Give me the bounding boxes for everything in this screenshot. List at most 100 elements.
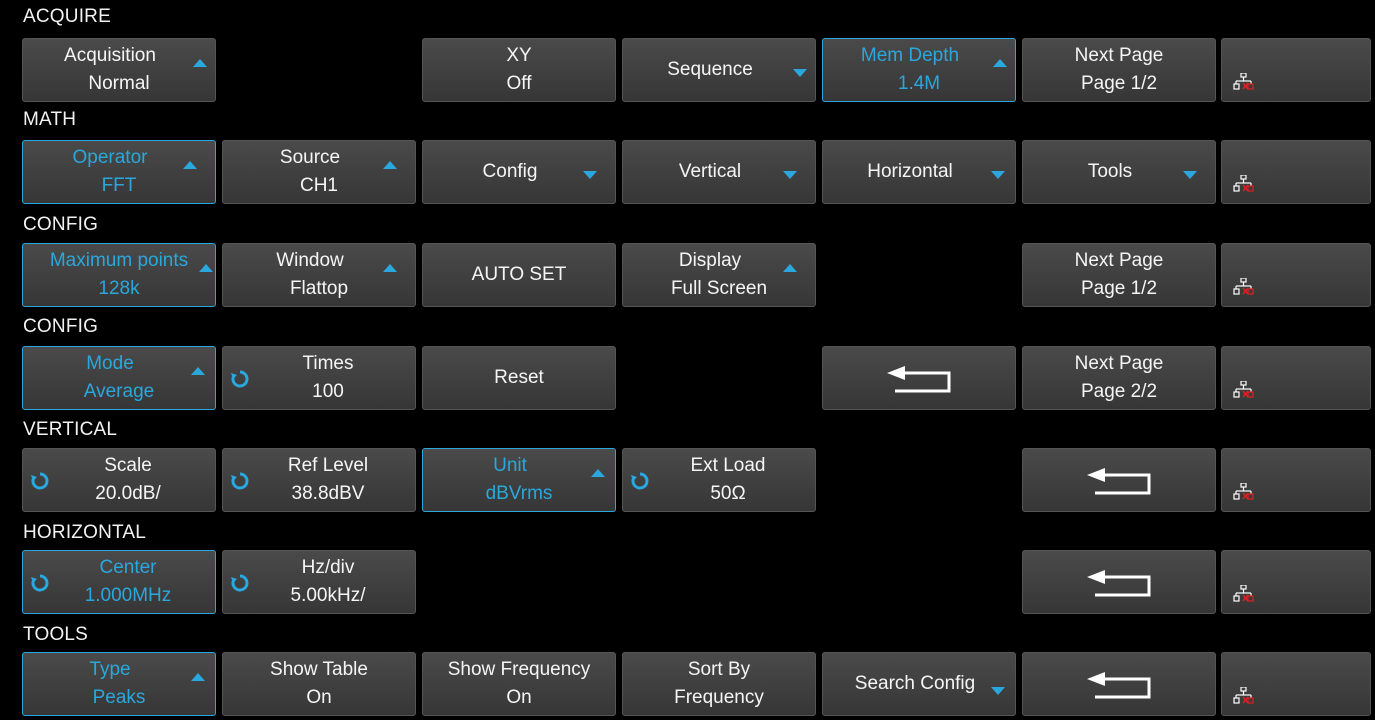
- network-disconnected-icon: [1233, 175, 1254, 192]
- maximum-points-button[interactable]: Maximum points 128k: [22, 243, 216, 307]
- reset-button[interactable]: Reset: [422, 346, 616, 410]
- ext-load-button[interactable]: Ext Load 50Ω: [622, 448, 816, 512]
- back-button[interactable]: [1022, 448, 1216, 512]
- mem-depth-button[interactable]: Mem Depth 1.4M: [822, 38, 1016, 102]
- hz-div-button[interactable]: Hz/div 5.00kHz/: [222, 550, 416, 614]
- mode-button[interactable]: Mode Average: [22, 346, 216, 410]
- times-button[interactable]: Times 100: [222, 346, 416, 410]
- mode-value: Average: [83, 381, 155, 402]
- down-arrow-icon: [783, 171, 797, 179]
- type-button[interactable]: Type Peaks: [22, 652, 216, 716]
- unit-button[interactable]: Unit dBVrms: [422, 448, 616, 512]
- window-value: Flattop: [289, 278, 349, 299]
- next-page-label: Next Page: [1074, 250, 1164, 271]
- up-arrow-icon: [783, 264, 797, 272]
- network-disconnected-icon: [1233, 687, 1254, 704]
- ref-level-label: Ref Level: [287, 455, 369, 476]
- return-arrow-icon: [1087, 570, 1151, 597]
- operator-value: FFT: [101, 175, 137, 196]
- unit-label: Unit: [493, 455, 527, 476]
- up-arrow-icon: [383, 161, 397, 169]
- section-label-vertical: VERTICAL: [23, 419, 118, 440]
- next-page-label: Next Page: [1074, 353, 1164, 374]
- back-button[interactable]: [1022, 652, 1216, 716]
- show-frequency-value: On: [506, 687, 532, 708]
- search-config-button[interactable]: Search Config: [822, 652, 1016, 716]
- next-page-button-config[interactable]: Next Page Page 1/2: [1022, 243, 1216, 307]
- network-status-cell: [1221, 140, 1371, 204]
- page-indicator: Page 1/2: [1080, 278, 1158, 299]
- show-table-button[interactable]: Show Table On: [222, 652, 416, 716]
- sort-by-button[interactable]: Sort By Frequency: [622, 652, 816, 716]
- vertical-button[interactable]: Vertical: [622, 140, 816, 204]
- source-value: CH1: [299, 175, 338, 196]
- maximum-points-label: Maximum points: [49, 250, 189, 271]
- section-label-tools: TOOLS: [23, 624, 89, 645]
- scale-button[interactable]: Scale 20.0dB/: [22, 448, 216, 512]
- type-label: Type: [89, 659, 131, 680]
- up-arrow-icon: [383, 264, 397, 272]
- network-status-cell: [1221, 346, 1371, 410]
- down-arrow-icon: [991, 687, 1005, 695]
- source-button[interactable]: Source CH1: [222, 140, 416, 204]
- network-status-cell: [1221, 243, 1371, 307]
- acquisition-button[interactable]: Acquisition Normal: [22, 38, 216, 102]
- maximum-points-value: 128k: [98, 278, 140, 299]
- tools-button[interactable]: Tools: [1022, 140, 1216, 204]
- show-frequency-button[interactable]: Show Frequency On: [422, 652, 616, 716]
- network-status-cell: [1221, 550, 1371, 614]
- network-status-cell: [1221, 448, 1371, 512]
- down-arrow-icon: [793, 69, 807, 77]
- xy-value: Off: [506, 73, 532, 94]
- sort-by-label: Sort By: [687, 659, 751, 680]
- unit-value: dBVrms: [485, 483, 553, 504]
- xy-button[interactable]: XY Off: [422, 38, 616, 102]
- back-button[interactable]: [822, 346, 1016, 410]
- display-button[interactable]: Display Full Screen: [622, 243, 816, 307]
- next-page-button-config-page2[interactable]: Next Page Page 2/2: [1022, 346, 1216, 410]
- center-button[interactable]: Center 1.000MHz: [22, 550, 216, 614]
- page-indicator: Page 1/2: [1080, 73, 1158, 94]
- mem-depth-label: Mem Depth: [860, 45, 960, 66]
- config-button[interactable]: Config: [422, 140, 616, 204]
- section-label-config: CONFIG: [23, 214, 99, 235]
- return-arrow-icon: [1087, 672, 1151, 699]
- up-arrow-icon: [191, 673, 205, 681]
- horizontal-label: Horizontal: [867, 161, 953, 182]
- window-button[interactable]: Window Flattop: [222, 243, 416, 307]
- reset-label: Reset: [494, 367, 544, 388]
- section-label-acquire: ACQUIRE: [23, 6, 111, 27]
- horizontal-button[interactable]: Horizontal: [822, 140, 1016, 204]
- network-status-cell: [1221, 38, 1371, 102]
- sequence-button[interactable]: Sequence: [622, 38, 816, 102]
- acquisition-value: Normal: [88, 73, 150, 94]
- search-config-label: Search Config: [854, 673, 976, 694]
- network-status-cell: [1221, 652, 1371, 716]
- ref-level-button[interactable]: Ref Level 38.8dBV: [222, 448, 416, 512]
- auto-set-button[interactable]: AUTO SET: [422, 243, 616, 307]
- down-arrow-icon: [583, 171, 597, 179]
- operator-button[interactable]: Operator FFT: [22, 140, 216, 204]
- network-disconnected-icon: [1233, 73, 1254, 90]
- next-page-button-acquire[interactable]: Next Page Page 1/2: [1022, 38, 1216, 102]
- acquisition-label: Acquisition: [64, 45, 156, 66]
- up-arrow-icon: [183, 161, 197, 169]
- up-arrow-icon: [591, 469, 605, 477]
- show-table-label: Show Table: [270, 659, 368, 680]
- down-arrow-icon: [991, 171, 1005, 179]
- center-value: 1.000MHz: [84, 585, 172, 606]
- up-arrow-icon: [193, 59, 207, 67]
- display-value: Full Screen: [670, 278, 768, 299]
- section-label-config-page2: CONFIG: [23, 316, 99, 337]
- back-button[interactable]: [1022, 550, 1216, 614]
- show-frequency-label: Show Frequency: [447, 659, 591, 680]
- auto-set-label: AUTO SET: [471, 264, 567, 285]
- center-label: Center: [99, 557, 157, 578]
- mode-label: Mode: [86, 353, 134, 374]
- show-table-value: On: [306, 687, 332, 708]
- times-value: 100: [312, 381, 344, 402]
- up-arrow-icon: [199, 264, 213, 272]
- section-label-math: MATH: [23, 109, 77, 130]
- up-arrow-icon: [993, 59, 1007, 67]
- up-arrow-icon: [191, 367, 205, 375]
